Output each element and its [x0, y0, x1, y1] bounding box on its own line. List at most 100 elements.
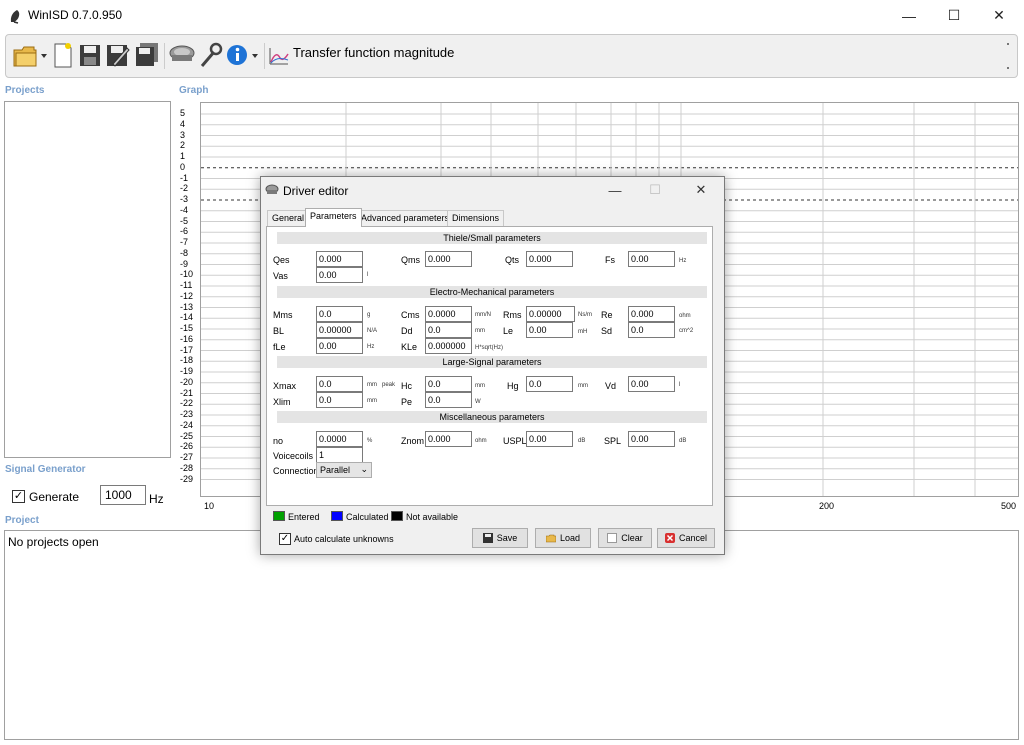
xlim-label: Xlim — [273, 397, 291, 407]
y-tick-label: -21 — [180, 387, 194, 398]
frequency-input[interactable] — [100, 485, 146, 505]
no-unit: % — [367, 438, 373, 444]
uspl-label: USPL — [503, 436, 527, 446]
save-as-icon[interactable] — [105, 40, 131, 70]
sd-unit: cm^2 — [679, 328, 694, 334]
tab-general[interactable]: General — [267, 210, 310, 226]
save-icon[interactable] — [78, 40, 102, 70]
fle-input[interactable] — [316, 338, 363, 354]
uspl-unit: dB — [578, 438, 586, 444]
vd-label: Vd — [605, 381, 617, 391]
dd-input[interactable] — [425, 322, 472, 338]
re-input[interactable] — [628, 306, 675, 322]
chart-icon[interactable] — [268, 40, 290, 70]
y-tick-label: -15 — [180, 323, 194, 333]
y-tick-label: -3 — [180, 194, 189, 204]
y-tick-label: -19 — [180, 366, 194, 376]
qes-input[interactable] — [316, 251, 363, 267]
re-unit: ohm — [679, 313, 691, 319]
y-tick-label: -12 — [180, 290, 194, 301]
mms-input[interactable] — [316, 306, 363, 322]
znom-unit: ohm — [475, 438, 487, 444]
dd-label: Dd — [401, 326, 413, 336]
close-button[interactable]: ✕ — [976, 0, 1022, 31]
xlim-input[interactable] — [316, 392, 363, 408]
pe-input[interactable] — [425, 392, 472, 408]
open-folder-icon[interactable] — [12, 40, 48, 70]
y-tick-label: 0 — [180, 161, 186, 172]
vas-label: Vas — [273, 271, 288, 281]
y-tick-label: -24 — [180, 419, 194, 430]
group-header-large-signal: Large-Signal parameters — [277, 356, 707, 368]
qts-input[interactable] — [526, 251, 573, 267]
dialog-minimize-button[interactable]: — — [595, 179, 635, 201]
vd-input[interactable] — [628, 376, 675, 392]
le-input[interactable] — [526, 322, 573, 338]
driver-icon[interactable] — [168, 40, 196, 70]
spl-input[interactable] — [628, 431, 675, 447]
rms-label: Rms — [503, 310, 522, 320]
save-button[interactable]: Save — [472, 528, 528, 548]
calculated-legend-label: Calculated — [346, 512, 389, 522]
chevron-down-icon: ⌄ — [360, 464, 368, 474]
maximize-button[interactable]: ☐ — [931, 0, 977, 31]
connection-value: Parallel — [320, 465, 351, 475]
no-input[interactable] — [316, 431, 363, 447]
vas-input[interactable] — [316, 267, 363, 283]
toolbar-separator — [164, 43, 165, 69]
qms-input[interactable] — [425, 251, 472, 267]
x-tick-label: 200 — [819, 501, 835, 511]
rms-unit: Ns/m — [578, 312, 592, 318]
minimize-button[interactable]: — — [886, 0, 932, 31]
dialog-close-button[interactable]: ✕ — [681, 179, 721, 201]
project-panel[interactable] — [4, 530, 1019, 740]
load-button[interactable]: Load — [535, 528, 591, 548]
auto-calculate-checkbox[interactable]: ✓ — [279, 533, 291, 545]
hg-input[interactable] — [526, 376, 573, 392]
qts-label: Qts — [505, 255, 520, 265]
y-tick-label: -18 — [180, 355, 194, 366]
cancel-button[interactable]: Cancel — [657, 528, 715, 548]
toolbar: Transfer function magnitude — [5, 34, 1018, 78]
rms-input[interactable] — [526, 306, 575, 322]
fle-unit: Hz — [367, 344, 375, 350]
tools-icon[interactable] — [199, 40, 223, 70]
xmax-input[interactable] — [316, 376, 363, 392]
y-tick-label: -7 — [180, 237, 189, 247]
tab-parameters[interactable]: Parameters — [305, 208, 362, 227]
entered-legend-label: Entered — [288, 512, 320, 522]
generate-checkbox[interactable]: ✓ — [12, 490, 25, 503]
znom-input[interactable] — [425, 431, 472, 447]
uspl-input[interactable] — [526, 431, 573, 447]
qms-label: Qms — [401, 255, 420, 265]
group-header-thiele-small: Thiele/Small parameters — [277, 232, 707, 244]
load-button-label: Load — [559, 533, 581, 543]
bl-label: BL — [273, 326, 285, 336]
y-tick-label: -23 — [180, 409, 194, 419]
hc-input[interactable] — [425, 376, 472, 392]
info-icon[interactable] — [225, 40, 261, 70]
voicecoils-input[interactable] — [316, 447, 363, 463]
sd-input[interactable] — [628, 322, 675, 338]
connection-select[interactable]: Parallel ⌄ — [316, 462, 372, 478]
hg-unit: mm — [578, 383, 588, 389]
projects-list[interactable] — [4, 101, 171, 458]
cms-input[interactable] — [425, 306, 472, 322]
clear-button[interactable]: Clear — [598, 528, 652, 548]
driver-editor-dialog: Driver editor — ☐ ✕ General Parameters A… — [260, 176, 725, 555]
tab-advanced-parameters[interactable]: Advanced parameters — [356, 210, 455, 226]
fs-input[interactable] — [628, 251, 675, 267]
kle-input[interactable] — [425, 338, 472, 354]
toolbar-grip-dot — [1007, 67, 1009, 69]
save-all-icon[interactable] — [134, 40, 160, 70]
transfer-function-label[interactable]: Transfer function magnitude — [293, 45, 454, 60]
tab-dimensions[interactable]: Dimensions — [447, 210, 505, 226]
dialog-maximize-button[interactable]: ☐ — [635, 179, 675, 201]
bl-input[interactable] — [316, 322, 363, 338]
new-document-icon[interactable] — [52, 40, 74, 70]
save-icon — [482, 533, 493, 543]
app-logo-icon — [10, 10, 20, 24]
open-folder-icon — [545, 534, 556, 543]
entered-legend-swatch — [273, 511, 285, 521]
projects-section-label: Projects — [5, 85, 45, 96]
